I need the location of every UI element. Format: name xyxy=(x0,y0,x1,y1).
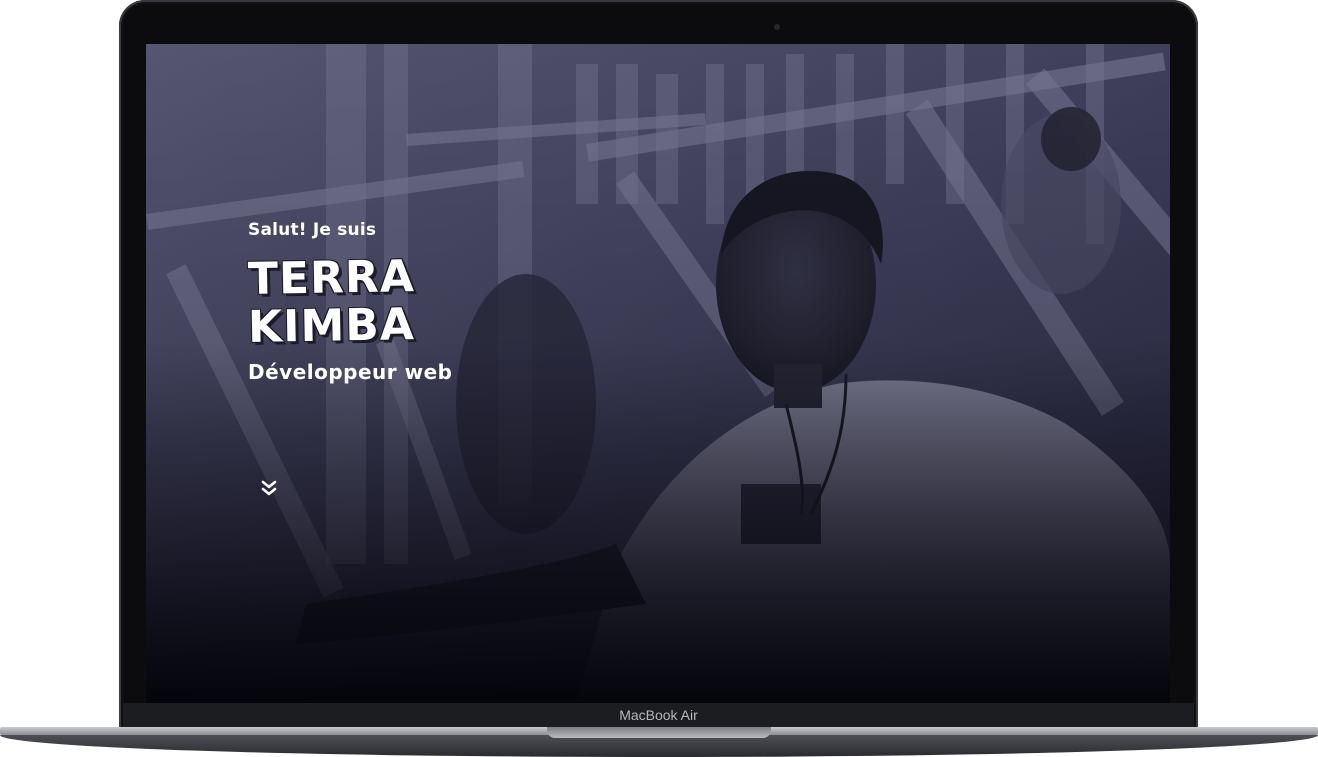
screen: Salut! Je suis TERRA KIMBA Développeur w… xyxy=(146,44,1170,703)
double-chevron-down-icon[interactable] xyxy=(256,476,282,502)
base-notch xyxy=(547,727,771,738)
role-text: Développeur web xyxy=(248,360,453,384)
hero-intro: Salut! Je suis TERRA KIMBA Développeur w… xyxy=(248,220,608,384)
laptop-mockup: Salut! Je suis TERRA KIMBA Développeur w… xyxy=(0,0,1318,757)
laptop-base xyxy=(0,727,1318,757)
greeting-text: Salut! Je suis xyxy=(248,220,377,240)
base-body xyxy=(0,735,1318,757)
name-first: TERRA xyxy=(247,251,416,305)
hero-name: TERRA KIMBA xyxy=(247,251,608,353)
camera-dot xyxy=(774,24,780,30)
laptop-chin: MacBook Air xyxy=(123,703,1194,727)
name-last: KIMBA xyxy=(247,299,416,353)
device-label: MacBook Air xyxy=(619,707,698,723)
